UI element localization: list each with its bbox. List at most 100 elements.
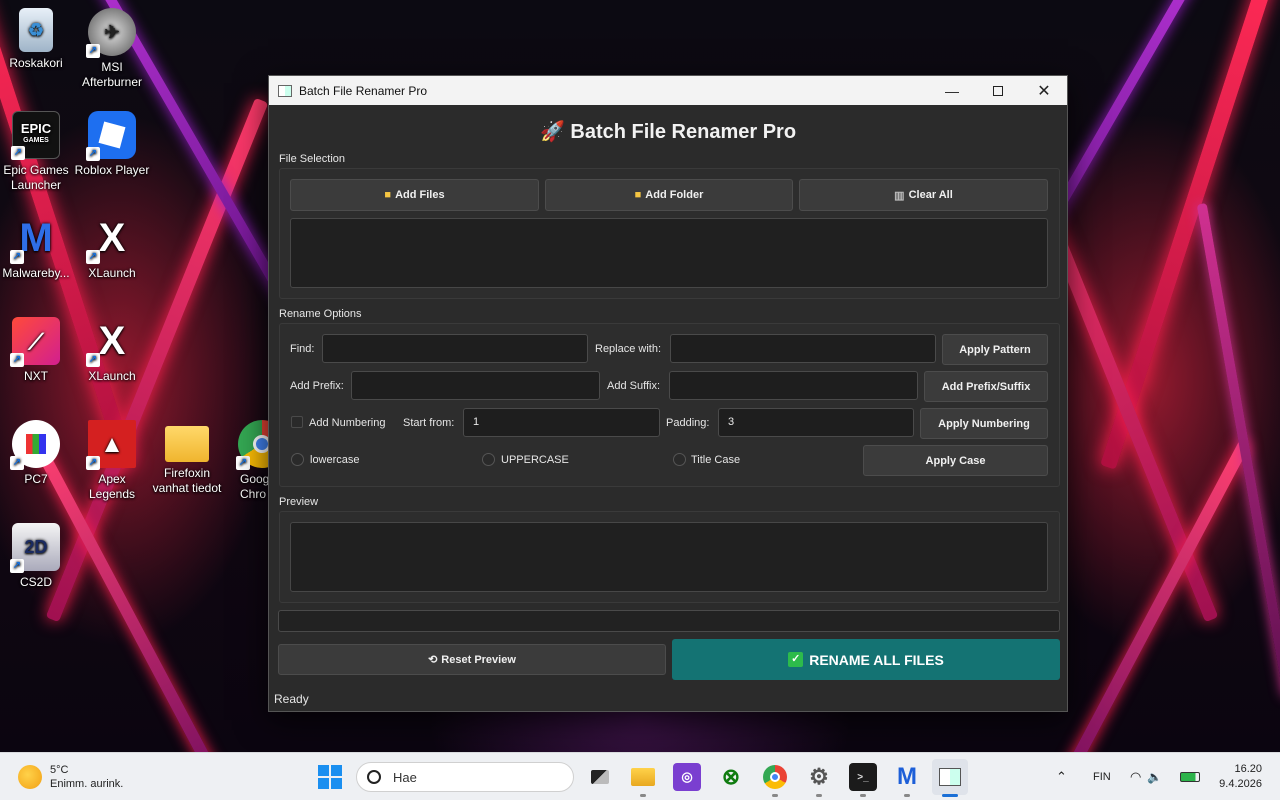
language-label: FIN bbox=[1093, 771, 1111, 783]
desktop-icon-msi-afterburner[interactable]: ✈ ↗ MSI Afterburner bbox=[74, 8, 150, 90]
maximize-button[interactable] bbox=[975, 76, 1021, 105]
apply-case-button[interactable]: Apply Case bbox=[863, 445, 1048, 476]
folder-icon bbox=[165, 426, 209, 462]
desktop-icon-xlaunch-1[interactable]: X ↗ XLaunch bbox=[74, 214, 150, 281]
malwarebytes-icon: M bbox=[897, 763, 917, 790]
desktop-icon-google-chrome[interactable]: ↗ Goog Chro bbox=[224, 420, 268, 502]
cs2d-icon: 2D ↗ bbox=[10, 523, 60, 573]
epic-games-icon: EPIC GAMES ↗ bbox=[11, 111, 60, 160]
rename-all-label: RENAME ALL FILES bbox=[809, 651, 944, 668]
clock-date: 9.4.2026 bbox=[1219, 778, 1262, 790]
desktop-icon-label: Apex Legends bbox=[88, 472, 136, 501]
prefix-input[interactable] bbox=[351, 371, 600, 400]
minimize-icon: — bbox=[945, 82, 959, 99]
clear-all-label: Clear All bbox=[908, 189, 953, 201]
file-explorer-icon bbox=[631, 768, 655, 786]
desktop-icon-label: CS2D bbox=[19, 575, 52, 589]
desktop-icon-cs2d[interactable]: 2D ↗ CS2D bbox=[0, 523, 74, 590]
window-titlebar[interactable]: Batch File Renamer Pro — ✕ bbox=[269, 76, 1067, 105]
desktop-icon-roblox[interactable]: ↗ Roblox Player bbox=[74, 111, 150, 178]
language-indicator[interactable]: FIN bbox=[1093, 753, 1111, 800]
preview-list[interactable] bbox=[290, 522, 1048, 592]
desktop-icon-label: Epic Games Launcher bbox=[3, 163, 69, 192]
apply-pattern-button[interactable]: Apply Pattern bbox=[942, 334, 1048, 365]
uppercase-radio[interactable] bbox=[482, 453, 495, 466]
clear-all-button[interactable]: ▥ Clear All bbox=[799, 179, 1048, 211]
terminal-icon: >_ bbox=[857, 771, 869, 783]
desktop-icon-label: PC7 bbox=[24, 472, 48, 486]
add-files-button[interactable]: ■ Add Files bbox=[290, 179, 539, 211]
replace-input[interactable] bbox=[670, 334, 936, 363]
xbox-icon: ⊗ bbox=[721, 764, 741, 789]
file-list[interactable] bbox=[290, 218, 1048, 288]
desktop-icon-recycle-bin[interactable]: ♻ Roskakori bbox=[0, 8, 74, 71]
battery-tray[interactable] bbox=[1180, 753, 1200, 800]
lowercase-label: lowercase bbox=[310, 454, 360, 466]
weather-widget[interactable]: 5°C Enimm. aurink. bbox=[18, 763, 123, 791]
recycle-bin-icon: ♻ bbox=[19, 8, 53, 52]
minimize-button[interactable]: — bbox=[929, 76, 975, 105]
roblox-icon: ↗ bbox=[86, 111, 136, 161]
start-from-input[interactable]: 1 bbox=[463, 408, 660, 437]
show-hidden-icons-button[interactable]: ⌃ bbox=[1056, 753, 1067, 800]
suffix-input[interactable] bbox=[669, 371, 918, 400]
chrome-icon: ↗ bbox=[236, 420, 268, 470]
taskbar-app-purple[interactable]: ◎ bbox=[673, 763, 701, 791]
prefix-label: Add Prefix: bbox=[290, 380, 344, 392]
trash-icon: ▥ bbox=[894, 189, 905, 202]
desktop-icon-label: Firefoxin vanhat tiedot bbox=[152, 466, 222, 495]
desktop-icon-firefox-folder[interactable]: Firefoxin vanhat tiedot bbox=[149, 420, 225, 496]
taskbar-batch-renamer[interactable] bbox=[932, 759, 968, 797]
taskbar-settings[interactable]: ⚙ bbox=[805, 763, 833, 797]
taskbar-malwarebytes[interactable]: M bbox=[893, 763, 921, 797]
close-button[interactable]: ✕ bbox=[1021, 76, 1067, 105]
desktop-icon-label: Roskakori bbox=[9, 56, 63, 70]
progress-bar bbox=[278, 610, 1060, 632]
task-view-icon bbox=[591, 770, 609, 784]
app-heading: 🚀 Batch File Renamer Pro bbox=[539, 121, 797, 143]
search-box[interactable]: Hae bbox=[356, 762, 574, 792]
taskbar: 5°C Enimm. aurink. Hae ◎ ⊗ ⚙ >_ M ⌃ FIN … bbox=[0, 752, 1280, 800]
add-prefix-suffix-button[interactable]: Add Prefix/Suffix bbox=[924, 371, 1048, 402]
app-circle-icon: ◎ bbox=[681, 769, 693, 784]
suffix-label: Add Suffix: bbox=[607, 380, 660, 392]
weather-desc: Enimm. aurink. bbox=[50, 778, 124, 790]
nxt-icon: ⟋ ↗ bbox=[10, 317, 60, 367]
desktop-icon-xlaunch-2[interactable]: X ↗ XLaunch bbox=[74, 317, 150, 384]
clock[interactable]: 16.20 9.4.2026 bbox=[1219, 762, 1262, 792]
numbering-checkbox[interactable] bbox=[291, 416, 303, 428]
desktop-icon-label: Goog Chro bbox=[240, 472, 268, 501]
batch-renamer-window: Batch File Renamer Pro — ✕ 🚀 Batch File … bbox=[268, 75, 1068, 712]
taskbar-chrome[interactable] bbox=[761, 763, 789, 797]
add-folder-label: Add Folder bbox=[645, 189, 704, 201]
title-case-radio[interactable] bbox=[673, 453, 686, 466]
app-icon bbox=[278, 84, 292, 97]
desktop-icon-label: Malwareby... bbox=[2, 266, 70, 280]
desktop-icon-apex-legends[interactable]: ▲ ↗ Apex Legends bbox=[74, 420, 150, 502]
start-button[interactable] bbox=[316, 763, 344, 791]
desktop-icon-label: Roblox Player bbox=[74, 163, 150, 177]
desktop-icon-malwarebytes[interactable]: M ↗ Malwareby... bbox=[0, 214, 74, 281]
chrome-icon bbox=[763, 765, 787, 789]
add-folder-button[interactable]: ■ Add Folder bbox=[545, 179, 793, 211]
xlaunch-icon: X ↗ bbox=[86, 317, 136, 367]
clock-time: 16.20 bbox=[1234, 763, 1262, 775]
rename-all-button[interactable]: ✓ RENAME ALL FILES bbox=[672, 639, 1060, 680]
padding-input[interactable]: 3 bbox=[718, 408, 914, 437]
open-folder-icon: ■ bbox=[634, 189, 642, 201]
desktop-icon-pc7[interactable]: ↗ PC7 bbox=[0, 420, 74, 487]
taskbar-file-explorer[interactable] bbox=[629, 763, 657, 797]
taskbar-xbox[interactable]: ⊗ bbox=[717, 763, 745, 791]
lowercase-radio[interactable] bbox=[291, 453, 304, 466]
find-input[interactable] bbox=[322, 334, 588, 363]
taskbar-terminal[interactable]: >_ bbox=[849, 763, 877, 797]
desktop-icon-nxt[interactable]: ⟋ ↗ NXT bbox=[0, 317, 74, 384]
status-text: Ready bbox=[274, 692, 309, 706]
malwarebytes-icon: M ↗ bbox=[10, 214, 60, 264]
task-view-button[interactable] bbox=[586, 763, 614, 791]
search-placeholder: Hae bbox=[393, 769, 417, 785]
desktop-icon-epic-games[interactable]: EPIC GAMES ↗ Epic Games Launcher bbox=[0, 111, 74, 193]
apply-numbering-button[interactable]: Apply Numbering bbox=[920, 408, 1048, 439]
reset-preview-button[interactable]: ⟲ Reset Preview bbox=[278, 644, 666, 675]
network-volume-tray[interactable]: ◠ 🔈 bbox=[1130, 753, 1170, 800]
